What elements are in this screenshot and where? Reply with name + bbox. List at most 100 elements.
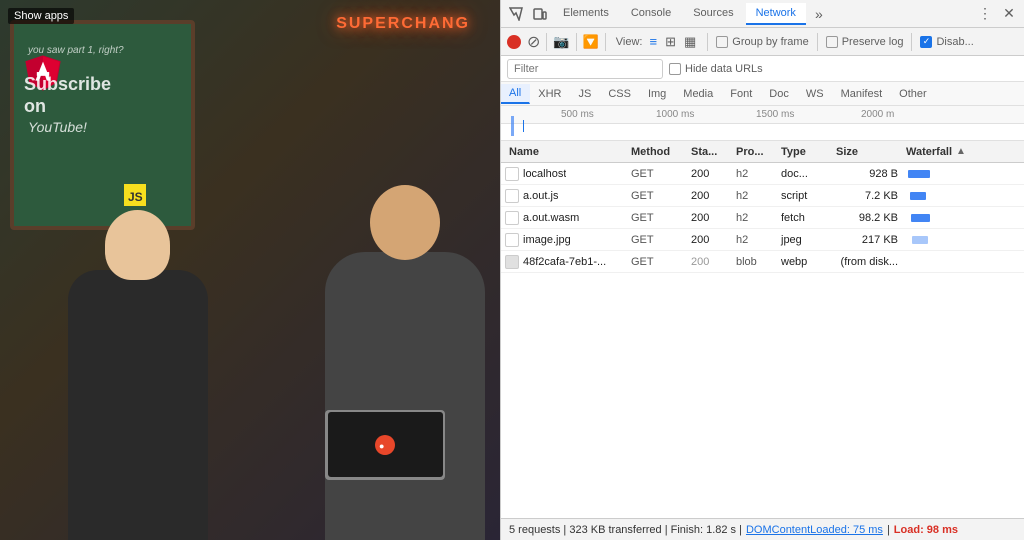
row-icon-imagejpg xyxy=(505,233,519,247)
toolbar-separator-2 xyxy=(576,33,577,51)
ruler-mark-1500: 1500 ms xyxy=(756,109,794,120)
person-right xyxy=(320,185,490,540)
row-proto-imagejpg: h2 xyxy=(736,234,781,246)
row-icon-aoutjs xyxy=(505,189,519,203)
disable-cache-checkbox[interactable]: ✓ xyxy=(920,36,932,48)
row-type-localhost: doc... xyxy=(781,168,836,180)
type-tab-js[interactable]: JS xyxy=(570,85,600,103)
type-tab-manifest[interactable]: Manifest xyxy=(833,85,892,103)
col-header-waterfall[interactable]: Waterfall ▲ xyxy=(906,146,1024,158)
ruler-mark-2000: 2000 m xyxy=(861,109,894,120)
neon-sign: SUPERCHANG xyxy=(336,15,470,33)
tab-console[interactable]: Console xyxy=(621,3,681,25)
type-tab-doc[interactable]: Doc xyxy=(761,85,798,103)
clear-button[interactable]: ⊘ xyxy=(527,32,540,52)
row-method-localhost: GET xyxy=(631,168,691,180)
col-header-name[interactable]: Name xyxy=(501,146,631,158)
table-row[interactable]: localhost GET 200 h2 doc... 928 B xyxy=(501,163,1024,185)
tab-sources[interactable]: Sources xyxy=(683,3,743,25)
responsive-icon[interactable] xyxy=(529,3,551,25)
row-type-aoutjs: script xyxy=(781,190,836,202)
ruler-mark-1000: 1000 ms xyxy=(656,109,694,120)
col-header-proto[interactable]: Pro... xyxy=(736,146,781,158)
col-header-method[interactable]: Method xyxy=(631,146,691,158)
row-size-blob: (from disk... xyxy=(836,256,906,268)
col-header-status[interactable]: Sta... xyxy=(691,146,736,158)
type-tab-font[interactable]: Font xyxy=(722,85,761,103)
screenshot-icon[interactable]: 📷 xyxy=(553,34,569,50)
type-tab-media[interactable]: Media xyxy=(675,85,722,103)
table-row[interactable]: a.out.js GET 200 h2 script 7.2 KB xyxy=(501,185,1024,207)
disable-cache-label[interactable]: Disab... xyxy=(936,36,973,48)
show-apps-button[interactable]: Show apps xyxy=(8,8,74,24)
type-tab-other[interactable]: Other xyxy=(891,85,936,103)
row-name-localhost: localhost xyxy=(501,167,631,181)
toolbar-separator-5 xyxy=(817,33,818,51)
group-by-frame-checkbox[interactable] xyxy=(716,36,728,48)
view-label: View: xyxy=(616,36,643,48)
dom-content-loaded-link[interactable]: DOMContentLoaded: 75 ms xyxy=(746,524,883,536)
row-status-imagejpg: 200 xyxy=(691,234,736,246)
filter-icon[interactable]: 🔽 xyxy=(583,34,599,50)
row-size-localhost: 928 B xyxy=(836,168,906,180)
view-list-icon[interactable]: ≡ xyxy=(646,33,660,51)
hide-data-urls-checkbox[interactable] xyxy=(669,63,681,75)
load-time: Load: 98 ms xyxy=(894,524,958,536)
view-waterfall-icon[interactable]: ▦ xyxy=(681,33,699,51)
network-table-body: localhost GET 200 h2 doc... 928 B a.out.… xyxy=(501,163,1024,518)
group-by-frame-label[interactable]: Group by frame xyxy=(732,36,808,48)
type-tab-ws[interactable]: WS xyxy=(798,85,833,103)
row-size-imagejpg: 217 KB xyxy=(836,234,906,246)
video-panel: you saw part 1, right? Subscribeon YouTu… xyxy=(0,0,500,540)
row-waterfall-blob xyxy=(906,251,1024,272)
sort-arrow-icon: ▲ xyxy=(956,146,966,157)
table-row[interactable]: a.out.wasm GET 200 h2 fetch 98.2 KB xyxy=(501,207,1024,229)
devtools-tabbar: Elements Console Sources Network » ⋮ ✕ xyxy=(501,0,1024,28)
row-proto-aoutjs: h2 xyxy=(736,190,781,202)
tab-network[interactable]: Network xyxy=(746,3,806,25)
timeline-panel: 500 ms 1000 ms 1500 ms 2000 m xyxy=(501,106,1024,141)
preserve-log-checkbox[interactable] xyxy=(826,36,838,48)
row-size-aoutwasm: 98.2 KB xyxy=(836,212,906,224)
network-toolbar: ⊘ 📷 🔽 View: ≡ ⊞ ▦ Group by frame Preserv… xyxy=(501,28,1024,56)
close-devtools-icon[interactable]: ✕ xyxy=(998,3,1020,25)
status-requests: 5 requests | 323 KB transferred | Finish… xyxy=(509,524,742,536)
type-tab-all[interactable]: All xyxy=(501,84,530,104)
row-waterfall-imagejpg xyxy=(906,229,1024,250)
filter-input[interactable] xyxy=(507,59,663,79)
row-method-imagejpg: GET xyxy=(631,234,691,246)
tab-elements[interactable]: Elements xyxy=(553,3,619,25)
chalkboard: you saw part 1, right? Subscribeon YouTu… xyxy=(10,20,195,230)
devtools-menu-icon[interactable]: ⋮ xyxy=(974,3,996,25)
record-button[interactable] xyxy=(507,35,521,49)
hide-data-urls-label: Hide data URLs xyxy=(685,63,763,75)
row-type-imagejpg: jpeg xyxy=(781,234,836,246)
row-method-aoutwasm: GET xyxy=(631,212,691,224)
col-header-type[interactable]: Type xyxy=(781,146,836,158)
devtools-panel: Elements Console Sources Network » ⋮ ✕ ⊘… xyxy=(500,0,1024,540)
row-proto-blob: blob xyxy=(736,256,781,268)
col-header-size[interactable]: Size xyxy=(836,146,906,158)
toolbar-separator-4 xyxy=(707,33,708,51)
more-tabs-icon[interactable]: » xyxy=(808,3,830,25)
preserve-log-label[interactable]: Preserve log xyxy=(842,36,904,48)
js-logo: JS xyxy=(124,184,146,206)
row-icon-aoutwasm xyxy=(505,211,519,225)
row-name-imagejpg: image.jpg xyxy=(501,233,631,247)
timeline-bar-2 xyxy=(523,120,524,132)
toolbar-separator-6 xyxy=(911,33,912,51)
svg-text:●: ● xyxy=(379,441,384,451)
table-row[interactable]: image.jpg GET 200 h2 jpeg 217 KB xyxy=(501,229,1024,251)
inspect-icon[interactable] xyxy=(505,3,527,25)
row-status-blob: 200 xyxy=(691,256,736,268)
ruler-mark-500: 500 ms xyxy=(561,109,594,120)
timeline-bar-1 xyxy=(511,116,514,136)
table-row[interactable]: 48f2cafa-7eb1-... GET 200 blob webp (fro… xyxy=(501,251,1024,273)
type-tab-css[interactable]: CSS xyxy=(600,85,640,103)
row-type-aoutwasm: fetch xyxy=(781,212,836,224)
view-grid-icon[interactable]: ⊞ xyxy=(662,33,679,51)
hide-data-urls-toggle[interactable]: Hide data URLs xyxy=(669,63,763,75)
type-tab-xhr[interactable]: XHR xyxy=(530,85,570,103)
type-tab-img[interactable]: Img xyxy=(640,85,675,103)
row-type-blob: webp xyxy=(781,256,836,268)
